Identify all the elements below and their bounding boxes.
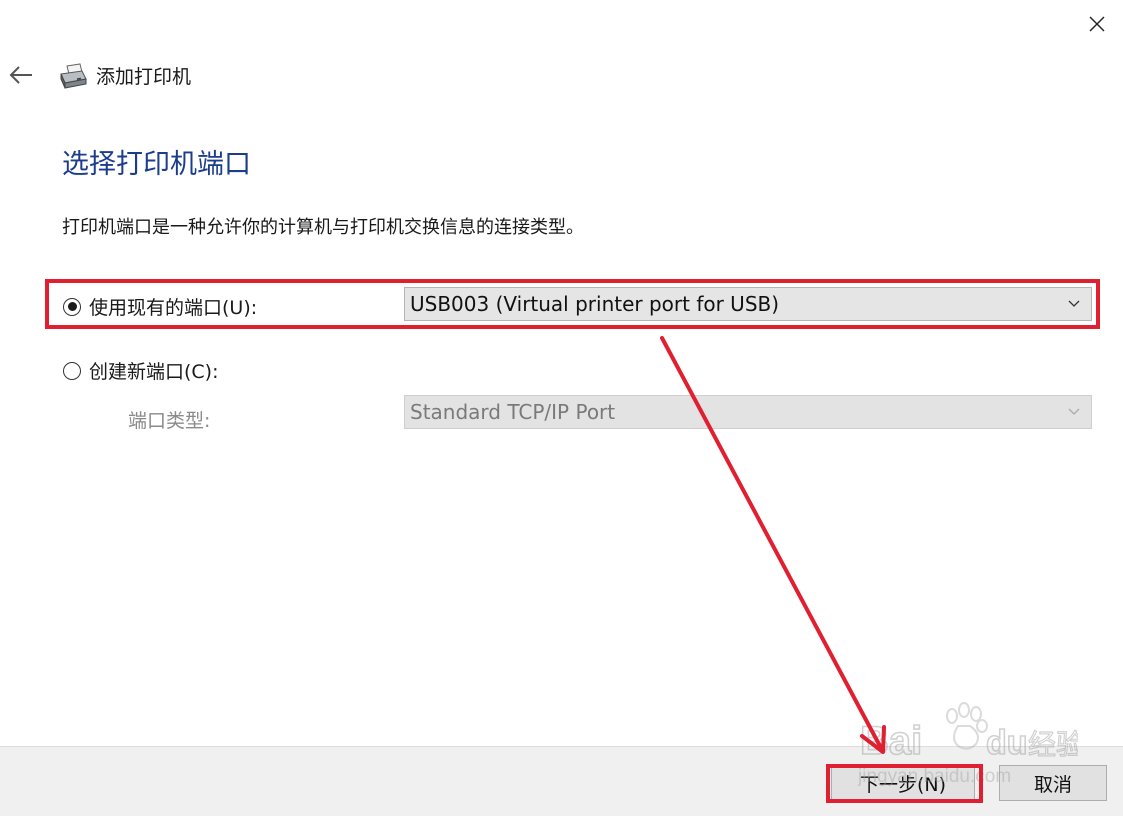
close-button[interactable] — [1078, 8, 1116, 40]
existing-port-value: USB003 (Virtual printer port for USB) — [410, 292, 780, 316]
add-printer-dialog: 添加打印机 选择打印机端口 打印机端口是一种允许你的计算机与打印机交换信息的连接… — [0, 0, 1123, 816]
window-title: 添加打印机 — [96, 65, 192, 88]
existing-port-dropdown[interactable]: USB003 (Virtual printer port for USB) — [404, 287, 1092, 321]
radio-selected-dot — [67, 302, 77, 311]
page-heading: 选择打印机端口 — [62, 149, 251, 180]
port-type-label: 端口类型: — [128, 410, 211, 432]
cancel-button[interactable]: 取消 — [999, 765, 1107, 801]
back-arrow-icon — [9, 66, 32, 84]
next-button[interactable]: 下一步(N) — [831, 765, 975, 801]
close-icon — [1089, 16, 1105, 32]
chevron-down-icon — [1068, 408, 1080, 415]
use-existing-port-radio[interactable] — [63, 297, 81, 316]
create-new-port-label: 创建新端口(C): — [89, 361, 219, 383]
port-type-value: Standard TCP/IP Port — [410, 400, 616, 424]
create-new-port-option[interactable]: 创建新端口(C): — [63, 357, 219, 384]
create-new-port-radio[interactable] — [63, 361, 81, 380]
chevron-down-icon — [1068, 300, 1080, 307]
page-description: 打印机端口是一种允许你的计算机与打印机交换信息的连接类型。 — [62, 217, 584, 238]
use-existing-port-option[interactable]: 使用现有的端口(U): — [63, 293, 257, 320]
window-title-bar: 添加打印机 — [58, 58, 191, 92]
back-button[interactable] — [4, 58, 38, 92]
printer-icon — [60, 63, 87, 89]
use-existing-port-label: 使用现有的端口(U): — [89, 297, 258, 319]
port-type-dropdown: Standard TCP/IP Port — [404, 395, 1092, 429]
